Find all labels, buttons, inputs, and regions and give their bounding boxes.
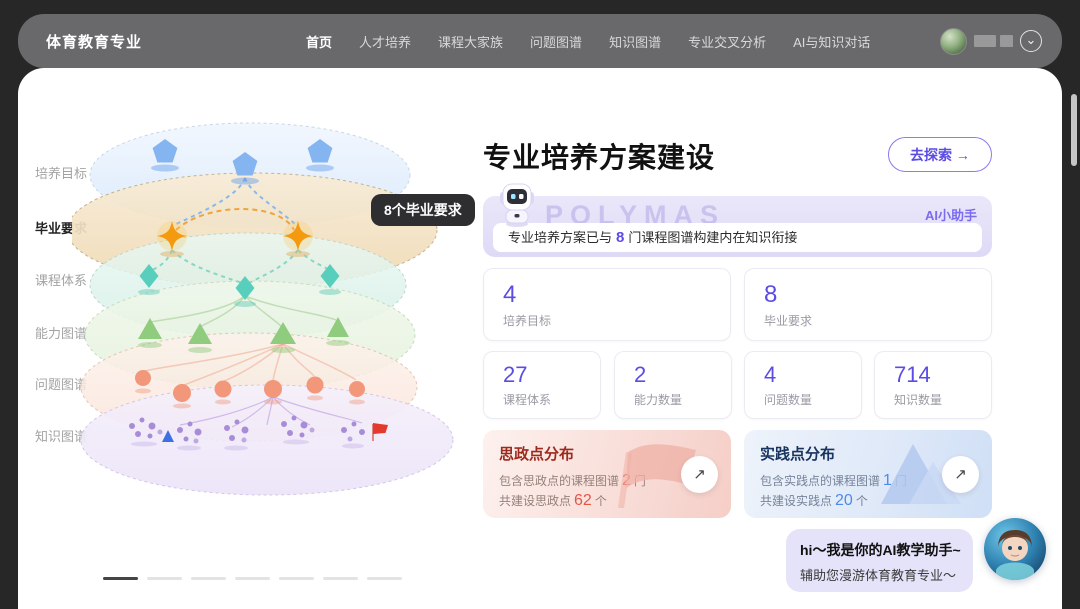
nav-item-cross-analysis[interactable]: 专业交叉分析 xyxy=(688,32,766,51)
page-dash[interactable] xyxy=(323,577,358,580)
ai-helper-badge[interactable]: AI小助手 xyxy=(925,205,977,224)
stat-label: 能力数量 xyxy=(634,391,731,408)
nav-item-ai-dialog[interactable]: AI与知识对话 xyxy=(793,32,870,51)
knowledge-stack-visualization[interactable] xyxy=(72,108,482,498)
practice-points-card[interactable]: 实践点分布 包含实践点的课程图谱1门 共建设实践点20个 ↗ xyxy=(744,430,992,518)
stat-card-knowledge[interactable]: 714 知识数量 xyxy=(874,351,992,419)
stat-value: 2 xyxy=(634,362,731,388)
stat-value: 4 xyxy=(503,281,730,309)
stat-label: 课程体系 xyxy=(503,391,600,408)
stat-label: 知识数量 xyxy=(894,391,991,408)
top-navbar: 体育教育专业 首页 人才培养 课程大家族 问题图谱 知识图谱 专业交叉分析 AI… xyxy=(18,14,1062,68)
open-ideology-button[interactable]: ↗ xyxy=(681,456,718,493)
page-title: 专业培养方案建设 xyxy=(483,136,715,176)
chevron-down-icon[interactable]: ⌄ xyxy=(1020,30,1042,52)
ai-assistant-avatar[interactable] xyxy=(984,518,1046,580)
stat-card-curriculum[interactable]: 27 课程体系 xyxy=(483,351,601,419)
nav-item-talent[interactable]: 人才培养 xyxy=(359,32,411,51)
ideology-points-card[interactable]: 思政点分布 包含思政点的课程图谱2门 共建设思政点62个 ↗ xyxy=(483,430,731,518)
stat-value: 4 xyxy=(764,362,861,388)
banner-message: 专业培养方案已与8门课程图谱构建内在知识衔接 xyxy=(493,223,982,252)
stat-value: 27 xyxy=(503,362,600,388)
main-content: 培养目标 毕业要求 课程体系 能力图谱 问题图谱 知识图谱 xyxy=(18,68,1062,609)
nav-item-courses[interactable]: 课程大家族 xyxy=(438,32,503,51)
stat-card-ability[interactable]: 2 能力数量 xyxy=(614,351,732,419)
stat-label: 问题数量 xyxy=(764,391,861,408)
stat-label: 培养目标 xyxy=(503,312,730,329)
chat-line-1: hi～我是你的AI教学助手~ xyxy=(800,540,959,560)
explore-button[interactable]: 去探索 → xyxy=(888,137,992,172)
open-practice-button[interactable]: ↗ xyxy=(942,456,979,493)
layer-tooltip: 8个毕业要求 xyxy=(371,194,475,226)
user-name-redacted xyxy=(974,35,1013,47)
page-dash[interactable] xyxy=(147,577,182,580)
chat-line-2: 辅助您漫游体育教育专业～ xyxy=(800,565,959,584)
page-dash[interactable] xyxy=(191,577,226,580)
page-dash[interactable] xyxy=(235,577,270,580)
stat-value: 8 xyxy=(764,281,991,309)
user-menu[interactable]: ⌄ xyxy=(940,28,1042,55)
ai-chat-bubble: hi～我是你的AI教学助手~ 辅助您漫游体育教育专业～ xyxy=(786,529,973,592)
stat-label: 毕业要求 xyxy=(764,312,991,329)
nav-item-home[interactable]: 首页 xyxy=(306,32,332,51)
nav-item-question-graph[interactable]: 问题图谱 xyxy=(530,32,582,51)
stat-value: 714 xyxy=(894,362,991,388)
main-nav: 首页 人才培养 课程大家族 问题图谱 知识图谱 专业交叉分析 AI与知识对话 xyxy=(306,32,870,51)
page-dash[interactable] xyxy=(367,577,402,580)
robot-icon xyxy=(496,180,538,228)
app-logo: 体育教育专业 xyxy=(46,31,142,52)
stat-card-graduation[interactable]: 8 毕业要求 xyxy=(744,268,992,341)
stat-card-goals[interactable]: 4 培养目标 xyxy=(483,268,731,341)
user-avatar[interactable] xyxy=(940,28,967,55)
page-scrollbar[interactable] xyxy=(1071,94,1077,166)
carousel-pagination xyxy=(103,577,402,580)
ai-assistant-banner: POLYMAS AI小助手 专业培养方案已与8门课程图谱构建内在知识衔接 xyxy=(483,196,992,257)
page-dash[interactable] xyxy=(279,577,314,580)
page-dash[interactable] xyxy=(103,577,138,580)
stat-card-question[interactable]: 4 问题数量 xyxy=(744,351,862,419)
nav-item-knowledge-graph[interactable]: 知识图谱 xyxy=(609,32,661,51)
banner-message-number: 8 xyxy=(616,229,624,246)
